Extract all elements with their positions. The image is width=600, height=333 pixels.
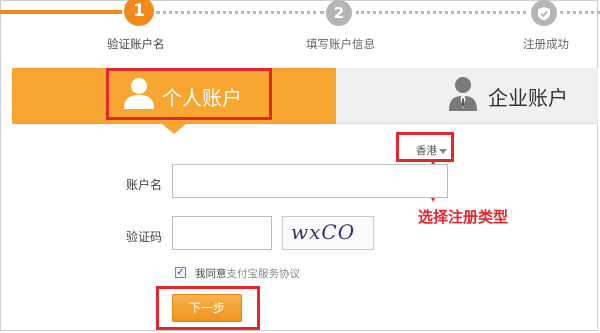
caret-down-icon <box>439 149 447 154</box>
step-3-circle <box>531 0 557 26</box>
highlight-personal-tab <box>106 68 272 120</box>
captcha-input[interactable] <box>172 216 272 250</box>
captcha-label: 验证码 <box>126 230 163 244</box>
step-connector <box>156 11 324 14</box>
step-progress-line <box>0 10 122 14</box>
region-value: 香港 <box>416 145 437 157</box>
service-agreement-link[interactable]: 支付宝服务协议 <box>227 268 301 280</box>
account-name-label: 账户名 <box>126 178 163 192</box>
agree-prefix: 我同意 <box>195 268 227 280</box>
step-1-label: 验证账户名 <box>107 37 165 51</box>
step-1-circle: 1 <box>124 0 154 26</box>
tab-enterprise-label: 企业账户 <box>488 86 568 110</box>
step-connector <box>356 11 526 14</box>
step-2-label: 填写账户信息 <box>306 37 375 51</box>
agreement-text: 我同意支付宝服务协议 <box>195 266 300 281</box>
step-2-circle: 2 <box>326 0 352 26</box>
region-selector[interactable]: 香港 <box>396 132 454 162</box>
captcha-image-text: wxCO <box>291 220 356 244</box>
next-step-button[interactable]: 下一步 <box>172 294 242 322</box>
business-person-icon <box>449 77 477 111</box>
active-tab-pointer <box>162 124 186 134</box>
tab-enterprise-account[interactable]: 企业账户 <box>336 68 598 124</box>
annotation-text: 选择注册类型 <box>418 208 509 226</box>
agree-checkbox[interactable]: ✓ <box>175 267 186 278</box>
account-name-input[interactable] <box>172 164 448 198</box>
check-shield-icon <box>538 7 550 21</box>
captcha-image[interactable]: wxCO <box>282 216 374 250</box>
registration-stepper: 1 2 验证账户名 填写账户信息 注册成功 <box>0 0 600 60</box>
step-connector <box>560 11 600 14</box>
step-3-label: 注册成功 <box>523 37 569 51</box>
